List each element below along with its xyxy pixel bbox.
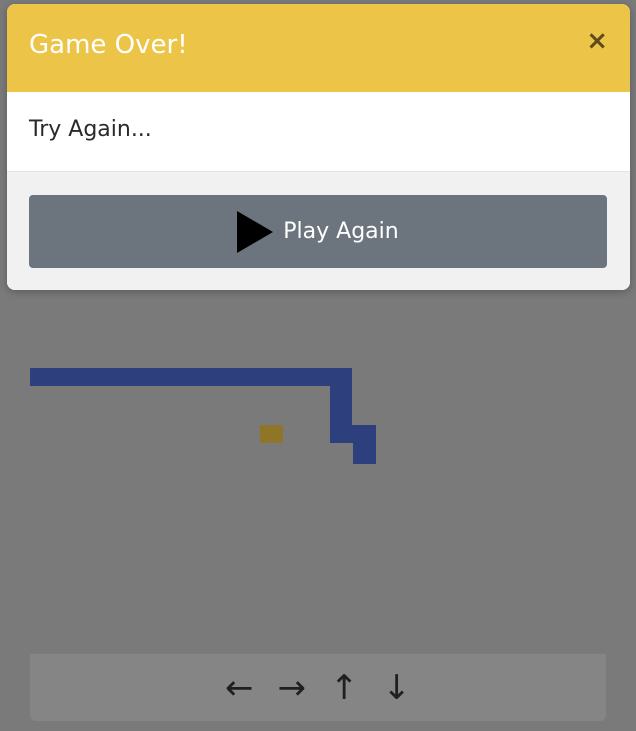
snake-head [353, 425, 376, 464]
arrow-left-button[interactable]: ← [221, 671, 258, 705]
play-again-button[interactable]: Play Again [29, 195, 607, 268]
modal-message: Try Again... [29, 117, 152, 142]
modal-title: Game Over! [29, 30, 188, 60]
snake-segment [30, 368, 352, 386]
play-icon [237, 210, 274, 253]
arrow-down-button[interactable]: ↓ [379, 671, 416, 705]
direction-controls: ← → ↑ ↓ [30, 654, 606, 721]
modal-footer: Play Again [7, 172, 630, 290]
arrow-right-button[interactable]: → [274, 671, 311, 705]
game-page: ← → ↑ ↓ Game Over! × Try Again... Play A… [0, 0, 636, 731]
play-again-label: Play Again [283, 219, 399, 244]
arrow-up-button[interactable]: ↑ [326, 671, 363, 705]
close-icon[interactable]: × [586, 28, 608, 54]
modal-header: Game Over! × [7, 4, 630, 92]
food-pellet [260, 425, 283, 443]
modal-body: Try Again... [7, 92, 630, 172]
game-over-modal: Game Over! × Try Again... Play Again [7, 4, 630, 290]
